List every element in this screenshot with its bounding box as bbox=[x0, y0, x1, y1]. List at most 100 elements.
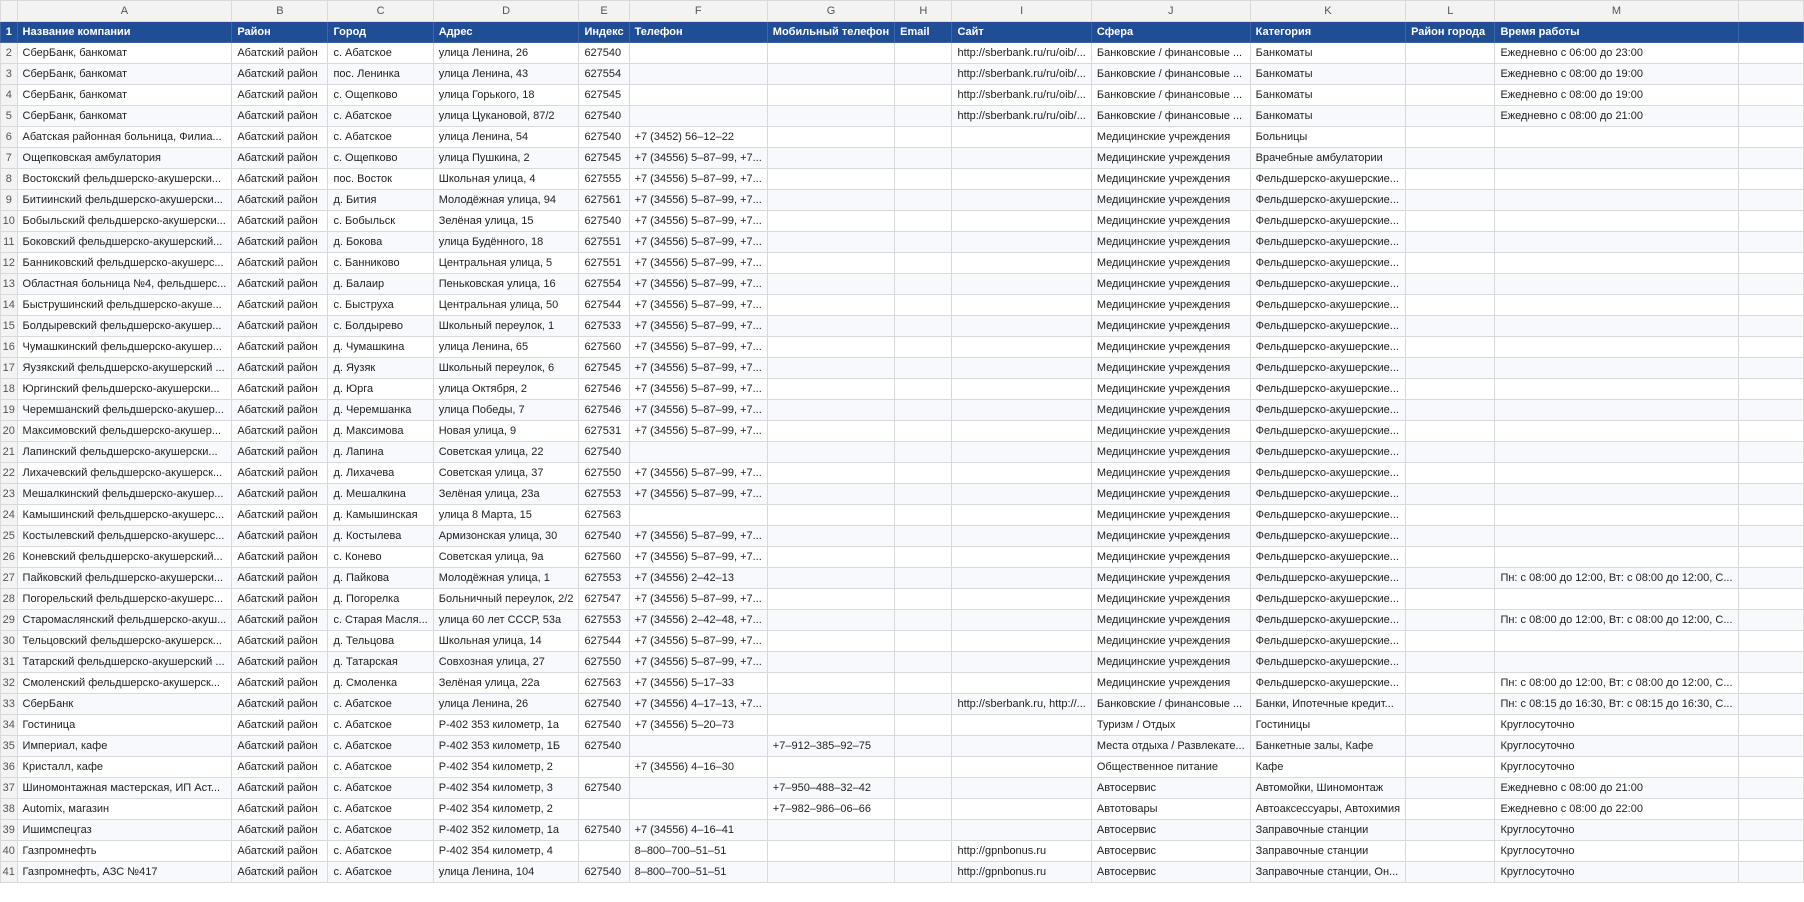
grid-cell[interactable]: Чумашкинский фельдшерско-акушер... bbox=[16, 336, 233, 358]
grid-cell[interactable]: д. Балаир bbox=[327, 273, 434, 295]
grid-cell[interactable] bbox=[894, 231, 953, 253]
grid-cell[interactable]: Общественное питание bbox=[1090, 756, 1251, 778]
grid-cell[interactable]: Абатский район bbox=[231, 714, 329, 736]
grid-cell[interactable]: Тельцовский фельдшерско-акушерск... bbox=[16, 630, 233, 652]
grid-cell[interactable] bbox=[1494, 273, 1739, 295]
column-header-k[interactable]: K bbox=[1249, 0, 1407, 22]
grid-cell[interactable]: с. Абатское bbox=[327, 756, 434, 778]
grid-cell[interactable]: Яузякский фельдшерско-акушерский ... bbox=[16, 357, 233, 379]
grid-cell[interactable]: д. Бития bbox=[327, 189, 434, 211]
grid-cell[interactable] bbox=[766, 231, 896, 253]
grid-cell[interactable]: СберБанк, банкомат bbox=[16, 84, 233, 106]
grid-cell[interactable] bbox=[894, 105, 953, 127]
grid-cell[interactable] bbox=[766, 630, 896, 652]
column-title-cell[interactable]: Название компании bbox=[16, 21, 233, 43]
grid-cell[interactable] bbox=[766, 588, 896, 610]
column-title-cell[interactable]: Индекс bbox=[578, 21, 630, 43]
grid-cell[interactable]: Фельдшерско-акушерские... bbox=[1249, 609, 1407, 631]
grid-cell[interactable]: Абатский район bbox=[231, 336, 329, 358]
grid-cell[interactable]: Гостиницы bbox=[1249, 714, 1407, 736]
grid-cell[interactable] bbox=[951, 714, 1092, 736]
grid-cell[interactable] bbox=[1494, 147, 1739, 169]
grid-cell[interactable]: Абатский район bbox=[231, 777, 329, 799]
grid-cell[interactable]: Шиномонтажная мастерская, ИП Аст... bbox=[16, 777, 233, 799]
grid-cell[interactable] bbox=[951, 168, 1092, 190]
grid-cell[interactable] bbox=[1405, 105, 1496, 127]
grid-cell[interactable]: Татарский фельдшерско-акушерский ... bbox=[16, 651, 233, 673]
column-title-cell[interactable]: Телефон bbox=[628, 21, 768, 43]
grid-cell[interactable] bbox=[1405, 420, 1496, 442]
grid-cell[interactable]: Фельдшерско-акушерские... bbox=[1249, 525, 1407, 547]
grid-cell[interactable]: д. Тельцова bbox=[327, 630, 434, 652]
grid-cell[interactable] bbox=[951, 651, 1092, 673]
grid-cell[interactable]: улица Октября, 2 bbox=[432, 378, 580, 400]
grid-cell[interactable] bbox=[1405, 756, 1496, 778]
grid-cell[interactable] bbox=[1405, 273, 1496, 295]
grid-cell[interactable]: 627547 bbox=[578, 588, 630, 610]
grid-cell[interactable]: Фельдшерско-акушерские... bbox=[1249, 336, 1407, 358]
grid-cell[interactable] bbox=[1405, 630, 1496, 652]
grid-cell[interactable]: Боковский фельдшерско-акушерский... bbox=[16, 231, 233, 253]
grid-cell[interactable] bbox=[766, 294, 896, 316]
grid-cell[interactable] bbox=[951, 378, 1092, 400]
grid-cell[interactable] bbox=[1494, 399, 1739, 421]
grid-cell[interactable]: Фельдшерско-акушерские... bbox=[1249, 483, 1407, 505]
grid-cell[interactable]: Абатский район bbox=[231, 189, 329, 211]
grid-cell[interactable] bbox=[766, 714, 896, 736]
row-number[interactable]: 26 bbox=[0, 546, 18, 568]
grid-cell[interactable] bbox=[894, 861, 953, 883]
row-number[interactable]: 9 bbox=[0, 189, 18, 211]
column-header-c[interactable]: C bbox=[327, 0, 434, 22]
grid-cell[interactable]: Абатский район bbox=[231, 273, 329, 295]
row-number[interactable]: 18 bbox=[0, 378, 18, 400]
column-title-cell[interactable]: Район bbox=[231, 21, 329, 43]
grid-cell[interactable] bbox=[628, 63, 768, 85]
grid-cell[interactable] bbox=[766, 819, 896, 841]
row-number[interactable]: 3 bbox=[0, 63, 18, 85]
row-number[interactable]: 28 bbox=[0, 588, 18, 610]
grid-cell[interactable]: СберБанк, банкомат bbox=[16, 42, 233, 64]
grid-cell[interactable]: +7 (34556) 5–17–33 bbox=[628, 672, 768, 694]
grid-cell[interactable]: http://gpnbonus.ru bbox=[951, 840, 1092, 862]
grid-cell[interactable] bbox=[766, 336, 896, 358]
grid-cell[interactable]: 627554 bbox=[578, 273, 630, 295]
column-title-cell[interactable]: Адрес bbox=[432, 21, 580, 43]
grid-cell[interactable]: Ощепковская амбулатория bbox=[16, 147, 233, 169]
grid-cell[interactable] bbox=[894, 168, 953, 190]
grid-cell[interactable]: Абатский район bbox=[231, 840, 329, 862]
grid-cell[interactable] bbox=[1494, 189, 1739, 211]
row-number[interactable]: 19 bbox=[0, 399, 18, 421]
grid-cell[interactable] bbox=[951, 294, 1092, 316]
grid-cell[interactable] bbox=[766, 651, 896, 673]
grid-cell[interactable]: с. Болдырево bbox=[327, 315, 434, 337]
grid-cell[interactable]: Медицинские учреждения bbox=[1090, 399, 1251, 421]
grid-cell[interactable]: Молодёжная улица, 94 bbox=[432, 189, 580, 211]
grid-cell[interactable]: улица Ленина, 43 bbox=[432, 63, 580, 85]
grid-cell[interactable]: +7 (34556) 4–16–41 bbox=[628, 819, 768, 841]
grid-cell[interactable]: Болдыревский фельдшерско-акушер... bbox=[16, 315, 233, 337]
column-title-cell[interactable]: Категория bbox=[1249, 21, 1407, 43]
grid-cell[interactable] bbox=[1405, 84, 1496, 106]
grid-cell[interactable]: +7 (34556) 5–87–99, +7... bbox=[628, 147, 768, 169]
grid-cell[interactable]: 627540 bbox=[578, 735, 630, 757]
grid-cell[interactable]: Фельдшерско-акушерские... bbox=[1249, 357, 1407, 379]
grid-cell[interactable]: Абатский район bbox=[231, 42, 329, 64]
grid-cell[interactable]: Больничный переулок, 2/2 bbox=[432, 588, 580, 610]
grid-cell[interactable]: Медицинские учреждения bbox=[1090, 315, 1251, 337]
grid-cell[interactable]: Туризм / Отдых bbox=[1090, 714, 1251, 736]
grid-cell[interactable] bbox=[766, 189, 896, 211]
grid-cell[interactable]: улица Победы, 7 bbox=[432, 399, 580, 421]
grid-cell[interactable]: 627540 bbox=[578, 105, 630, 127]
grid-cell[interactable] bbox=[1405, 378, 1496, 400]
column-header-m[interactable]: M bbox=[1494, 0, 1739, 22]
grid-cell[interactable]: Абатский район bbox=[231, 504, 329, 526]
row-number[interactable]: 20 bbox=[0, 420, 18, 442]
grid-cell[interactable]: Автоаксессуары, Автохимия bbox=[1249, 798, 1407, 820]
grid-cell[interactable]: Юргинский фельдшерско-акушерски... bbox=[16, 378, 233, 400]
grid-cell[interactable] bbox=[894, 189, 953, 211]
grid-cell[interactable] bbox=[1405, 252, 1496, 274]
row-number[interactable]: 36 bbox=[0, 756, 18, 778]
grid-cell[interactable]: +7 (34556) 5–20–73 bbox=[628, 714, 768, 736]
grid-cell[interactable] bbox=[951, 672, 1092, 694]
grid-cell[interactable]: Ежедневно с 08:00 до 21:00 bbox=[1494, 777, 1739, 799]
